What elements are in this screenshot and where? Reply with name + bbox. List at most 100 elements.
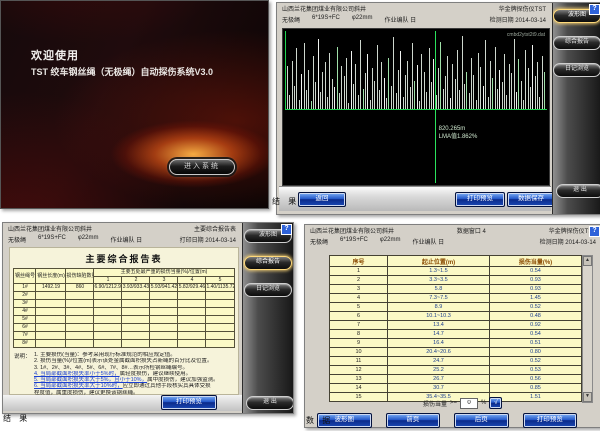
defect-cell: 4 [330, 294, 388, 303]
defect-cell: 0.51 [490, 339, 582, 348]
waveform-spike [504, 54, 505, 109]
col-position: 起止位置(m) [388, 256, 490, 267]
waveform-spike [372, 68, 373, 109]
sidebar-button-2[interactable]: 综合报告 [244, 256, 292, 270]
waveform-spike [464, 84, 465, 109]
rope-spec: 6*19S+FC [312, 15, 340, 24]
report-cell [36, 340, 66, 348]
rope-mode: 作业编队 日 [412, 237, 444, 246]
print-preview-button[interactable]: 打印预览 [523, 413, 578, 428]
waveform-spike [301, 74, 302, 109]
col-equivalent: 损伤当量(%) [490, 256, 582, 267]
report-cell [150, 292, 178, 300]
report-cell [36, 324, 66, 332]
defect-cell: 0.54 [490, 267, 582, 276]
defect-cell: 13.4 [388, 321, 490, 330]
welcome-text: 欢迎使用 [31, 47, 79, 63]
defect-cell: 25.2 [388, 366, 490, 375]
defect-row[interactable]: 23.3~3.50.93 [330, 276, 582, 285]
data-header-line1: 山西兰花集团煤业有限公司斜井 数据窗口 4 华金牌探伤仪TST [305, 225, 600, 236]
help-icon[interactable]: ? [281, 224, 292, 235]
waveform-header-line2: 无极绳 6*19S+FC φ22mm 作业编队 日 检测日期 2014-03-1… [277, 14, 551, 25]
col-rope-length: 钢丝长度(m) [36, 269, 66, 284]
defect-cell: 8 [330, 330, 388, 339]
defect-row[interactable]: 11.3~1.50.54 [330, 267, 582, 276]
print-preview-button[interactable]: 打印预览 [161, 395, 217, 410]
filter-value-input[interactable] [460, 398, 478, 409]
print-preview-button[interactable]: 打印预览 [455, 192, 505, 207]
help-icon[interactable]: ? [589, 226, 600, 237]
report-cell [178, 324, 206, 332]
waveform-spike [365, 73, 366, 109]
cursor-position-value: 820.265m [439, 125, 478, 133]
defect-row[interactable]: 713.40.92 [330, 321, 582, 330]
waveform-spike [370, 100, 371, 109]
defect-row[interactable]: 47.3~7.51.45 [330, 294, 582, 303]
waveform-chart[interactable]: cmbd2ytst2t9.dat 820.265m LMA值1.862% [282, 28, 550, 186]
defect-row[interactable]: 35.80.93 [330, 285, 582, 294]
enter-system-button[interactable]: 进入系统 [169, 159, 235, 175]
defect-cell: 0.93 [490, 276, 582, 285]
report-window: ? 山西兰花集团煤业有限公司斜井 主要综合报告表 无极绳 6*19S+FC φ2… [2, 222, 294, 414]
filter-apply-button[interactable]: √ [489, 397, 502, 409]
waveform-spike [459, 90, 460, 109]
scroll-down-icon[interactable]: ▼ [583, 392, 592, 402]
report-row: 5# [14, 316, 234, 324]
defect-row[interactable]: 1326.70.56 [330, 375, 582, 384]
exit-button[interactable]: 退 出 [246, 396, 293, 410]
waveform-spike [391, 86, 392, 109]
defect-row[interactable]: 1225.20.53 [330, 366, 582, 375]
defect-cell: 11 [330, 357, 388, 366]
back-button[interactable]: 返回 [298, 192, 346, 207]
rope-name: 无极绳 [8, 235, 26, 244]
defect-cell: 14.7 [388, 330, 490, 339]
report-cell [94, 292, 122, 300]
defect-row[interactable]: 58.90.52 [330, 303, 582, 312]
help-icon[interactable]: ? [589, 4, 600, 15]
defect-row[interactable]: 1124.70.52 [330, 357, 582, 366]
defect-cell: 6 [330, 312, 388, 321]
waveform-spike [488, 97, 489, 109]
sidebar-button-3[interactable]: 日记浏览 [553, 63, 600, 77]
waveform-spike [299, 100, 300, 109]
report-cell: 1# [14, 284, 36, 292]
report-cell [66, 308, 94, 316]
save-data-button[interactable]: 数据保存 [507, 192, 555, 207]
next-page-button[interactable]: 后页 [454, 413, 509, 428]
chart-cursor-line[interactable] [435, 31, 436, 183]
table-scrollbar[interactable]: ▲ ▼ [582, 255, 593, 403]
defect-cell: 12 [330, 366, 388, 375]
exit-button[interactable]: 退 出 [556, 184, 600, 198]
report-cell [122, 316, 150, 324]
defect-row[interactable]: 1430.70.85 [330, 384, 582, 393]
waveform-spike [440, 42, 441, 109]
defect-row[interactable]: 916.40.51 [330, 339, 582, 348]
waveform-spike [287, 66, 288, 109]
splash-window: 欢迎使用 TST 绞车钢丝绳（无极绳）自动探伤系统V3.0 进入系统 [0, 0, 269, 209]
sidebar-button-3[interactable]: 日记浏览 [244, 283, 292, 297]
report-cell [94, 324, 122, 332]
defect-cell: 10.1~10.3 [388, 312, 490, 321]
col-sub-5: 5 [206, 276, 234, 284]
rope-name: 无极绳 [310, 237, 328, 246]
col-top-defects: 主要五处最严重的损伤当量(%)/位置(m) [94, 269, 234, 277]
waveform-spike [485, 40, 486, 109]
report-cell [150, 332, 178, 340]
sidebar-button-2[interactable]: 综合报告 [553, 36, 600, 50]
scroll-up-icon[interactable]: ▲ [583, 256, 592, 266]
defect-row[interactable]: 1020.4~20.60.80 [330, 348, 582, 357]
col-sub-2: 2 [122, 276, 150, 284]
prev-page-button[interactable]: 前页 [386, 413, 441, 428]
rope-mode: 作业编队 日 [384, 15, 416, 24]
waveform-spike [379, 90, 380, 109]
defect-cell: 9 [330, 339, 388, 348]
defect-cell: 0.54 [490, 330, 582, 339]
waveform-spike [320, 92, 321, 109]
defect-cell: 2 [330, 276, 388, 285]
defect-row[interactable]: 610.1~10.30.48 [330, 312, 582, 321]
waveform-spike [393, 37, 394, 109]
waveform-spike [535, 76, 536, 109]
waveform-spike [306, 90, 307, 110]
inspection-date: 检测日期 2014-03-14 [490, 15, 546, 24]
defect-row[interactable]: 814.70.54 [330, 330, 582, 339]
